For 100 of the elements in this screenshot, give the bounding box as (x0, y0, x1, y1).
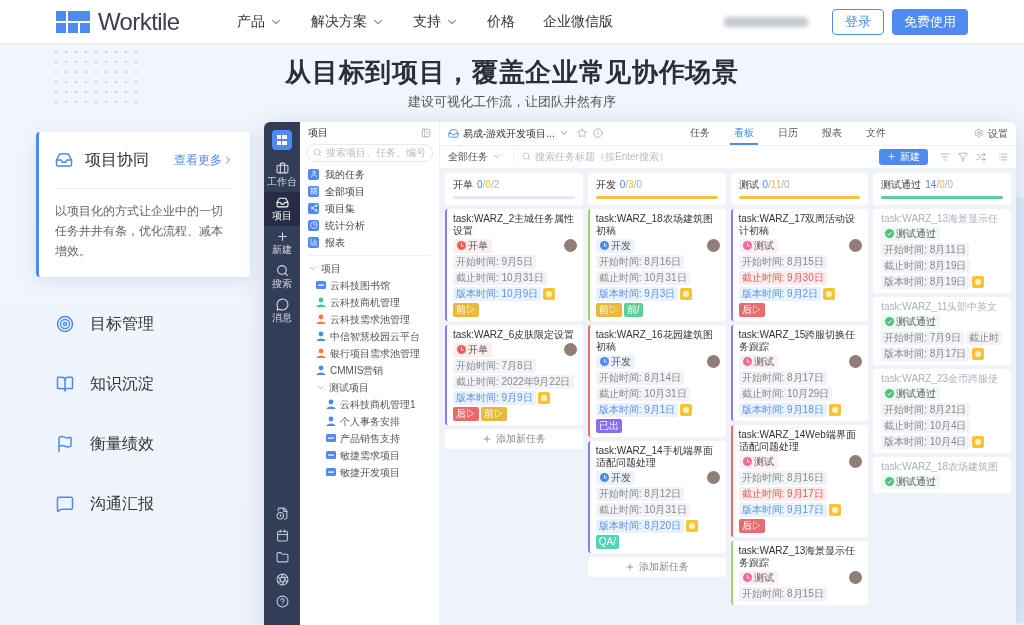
date-chip: 版本时间: 9月9日 (453, 390, 536, 405)
project-name[interactable]: 易成-游戏开发项目... (463, 125, 555, 141)
feature-item[interactable]: 知识沉淀 (36, 358, 250, 409)
task-card[interactable]: task:WARZ_23金币跨服使 测试通过 开始时间: 8月21日 截止时间: 10月4日 版本时间: 10月4日 (873, 368, 1011, 453)
view-tab[interactable]: 任务 (686, 121, 715, 145)
calendar-icon[interactable] (275, 529, 289, 542)
column-header: 开单 0/0/2 (445, 172, 583, 205)
status-tag: 测试通过 (881, 474, 941, 489)
nav-menu-item[interactable]: 价格 (487, 11, 516, 32)
aperture-icon[interactable] (275, 573, 289, 586)
view-tab[interactable]: 日历 (774, 121, 803, 145)
tag-label: 前▷ (453, 302, 479, 317)
rail-item[interactable]: 新建 (264, 225, 300, 260)
help-icon[interactable] (275, 595, 289, 608)
project-item[interactable]: 产品销售支持 (300, 429, 439, 447)
star-icon[interactable] (576, 128, 587, 138)
date-chip: 截止时间: 10月4日 (881, 418, 970, 433)
nav-menu-item[interactable]: 解决方案 (311, 11, 386, 32)
status-tag: 测试 (738, 454, 778, 469)
status-tag: 测试通过 (881, 386, 941, 401)
tree-section-header[interactable]: 项目 (300, 259, 439, 277)
logo-wordmark[interactable]: Worktile (98, 3, 180, 40)
task-title: task:WARZ_14Web端界面适配问题处理 (738, 428, 857, 453)
task-card[interactable]: task:WARZ_13海景显示任务跟踪 测试 开始时间: 8月15日 (730, 540, 869, 605)
project-item[interactable]: 云科技需求池管理 (300, 310, 439, 328)
nav-menu-item[interactable]: 产品 (237, 11, 284, 32)
list-icon[interactable] (998, 151, 1008, 162)
project-item[interactable]: 云科技图书馆 (300, 276, 439, 294)
view-tab[interactable]: 看板 (730, 121, 759, 145)
document-clock-icon[interactable] (275, 507, 289, 520)
date-chip: 开始时间: 8月12日 (595, 486, 684, 501)
book-icon (56, 374, 74, 393)
nav-menu-item[interactable]: 支持 (413, 11, 460, 32)
task-card[interactable]: task:WARZ_14Web端界面适配问题处理 测试 开始时间: 8月16日 截止时间: 9月17日 版本时间: 9月17日 后▷ (730, 424, 869, 537)
sort-icon[interactable] (940, 151, 950, 162)
tree-group-item[interactable]: 测试项目 (300, 378, 439, 396)
target-icon (56, 314, 74, 333)
see-more-link[interactable]: 查看更多 (174, 150, 234, 169)
folder-icon[interactable] (275, 551, 289, 564)
task-card[interactable]: task:WARZ_14手机端界面适配问题处理 开发 开始时间: 8月12日 截止时间: 10月31日 版本时间: 8月20日 QA/ (587, 440, 726, 553)
project-item[interactable]: 银行项目需求池管理 (300, 344, 439, 362)
task-card[interactable]: task:WARZ_2主城任务属性设置 开单 开始时间: 9月5日 截止时间: 10月31日 版本时间: 10月9日 前▷ (445, 208, 583, 321)
task-title: task:WARZ_16花园建筑图初稿 (595, 328, 714, 353)
rail-item[interactable]: 项目 (264, 191, 300, 226)
date-chip: 版本时间: 8月19日 (881, 274, 970, 289)
nav-menu-item[interactable]: 企业微信版 (543, 11, 614, 32)
project-item[interactable]: 个人事务安排 (300, 412, 439, 430)
view-tab[interactable]: 文件 (862, 121, 891, 145)
view-tab[interactable]: 报表 (818, 121, 847, 145)
collapse-icon[interactable] (421, 127, 431, 138)
chevron-down-icon[interactable] (558, 128, 569, 138)
project-item[interactable]: 敏捷开发项目 (300, 463, 439, 481)
date-chip: 开始时间: 8月14日 (595, 370, 684, 385)
feature-item[interactable]: 衡量绩效 (36, 418, 250, 469)
hero-subtitle: 建设可视化工作流，让团队井然有序 (408, 93, 616, 111)
task-title: task:WARZ_18农场建筑图初稿 (595, 212, 714, 237)
info-icon[interactable] (592, 128, 603, 138)
settings-button[interactable]: 设置 (974, 125, 1008, 141)
task-card[interactable]: task:WARZ_6皮肤限定设置 开单 开始时间: 7月8日 截止时间: 2022年9月22日 版本时间: 9月9日 后▷ 前▷ (445, 324, 583, 425)
add-task-button[interactable]: 添加新任务 (445, 428, 583, 449)
rail-item[interactable]: 搜索 (264, 259, 300, 294)
date-chip: 版本时间: 9月17日 (738, 502, 827, 517)
shuffle-icon[interactable] (976, 151, 986, 162)
task-card[interactable]: task:WARZ_11头部中英文 测试通过 开始时间: 7月9日 截止时 版本时间: 8月17日 (873, 296, 1011, 365)
login-button[interactable]: 登录 (832, 8, 884, 35)
task-card[interactable]: task:WARZ_18农场建筑图初稿 开发 开始时间: 8月16日 截止时间: 10月31日 版本时间: 9月3日 前▷ 前/ (587, 208, 726, 321)
task-title: task:WARZ_14手机端界面适配问题处理 (595, 444, 714, 469)
task-card[interactable]: task:WARZ_16花园建筑图初稿 开发 开始时间: 8月14日 截止时间: 10月31日 版本时间: 9月1日 已出 (587, 324, 726, 437)
feature-item[interactable]: 目标管理 (36, 298, 250, 349)
task-card[interactable]: task:WARZ_15跨服切换任务跟踪 测试 开始时间: 8月17日 截止时间: 10月29日 版本时间: 9月18日 (730, 324, 869, 421)
date-chip: 版本时间: 10月4日 (881, 434, 970, 449)
project-item[interactable]: 中信智慧校园云平台 (300, 327, 439, 345)
task-title: task:WARZ_13海景显示任 (881, 212, 1000, 225)
project-item[interactable]: CMMIS营销 (300, 361, 439, 379)
search-icon (313, 148, 322, 157)
grid-icon (308, 185, 319, 197)
project-item[interactable]: 敏捷需求项目 (300, 446, 439, 464)
sidebar-item[interactable]: 我的任务 (300, 165, 439, 183)
date-chip: 开始时间: 8月15日 (738, 254, 827, 269)
sidebar-item[interactable]: 全部项目 (300, 182, 439, 200)
feature-card[interactable]: 项目协同 查看更多 以项目化的方式让企业中的一切任务井井有条，优化流程、减本增效。 (36, 131, 250, 277)
task-title: task:WARZ_18农场建筑图 (881, 460, 1000, 473)
task-filter-dropdown[interactable]: 全部任务 (448, 149, 501, 164)
feature-item[interactable]: 沟通汇报 (36, 478, 250, 529)
rail-item[interactable]: 工作台 (264, 157, 300, 192)
bar-chart-icon (308, 236, 319, 248)
status-tag: 测试 (738, 354, 778, 369)
task-card[interactable]: task:WARZ_18农场建筑图 测试通过 (873, 456, 1011, 493)
date-chip: 版本时间: 8月17日 (881, 346, 970, 361)
rail-item[interactable]: 消息 (264, 293, 300, 328)
tag-label: 前▷ (481, 406, 507, 421)
project-item[interactable]: 云科技商机管理1 (300, 395, 439, 413)
task-card[interactable]: task:WARZ_13海景显示任 测试通过 开始时间: 8月11日 截止时间: 8月19日 版本时间: 8月19日 (873, 208, 1011, 293)
filter-icon[interactable] (958, 151, 968, 162)
add-task-button[interactable]: 添加新任务 (587, 556, 726, 577)
sidebar-item[interactable]: 报表 (300, 233, 439, 251)
sidebar-item[interactable]: 统计分析 (300, 216, 439, 234)
task-card[interactable]: task:WARZ_17双周活动设计初稿 测试 开始时间: 8月15日 截止时间: 9月30日 版本时间: 9月2日 后▷ (730, 208, 869, 321)
project-item[interactable]: 云科技商机管理 (300, 293, 439, 311)
sidebar-item[interactable]: 项目集 (300, 199, 439, 217)
